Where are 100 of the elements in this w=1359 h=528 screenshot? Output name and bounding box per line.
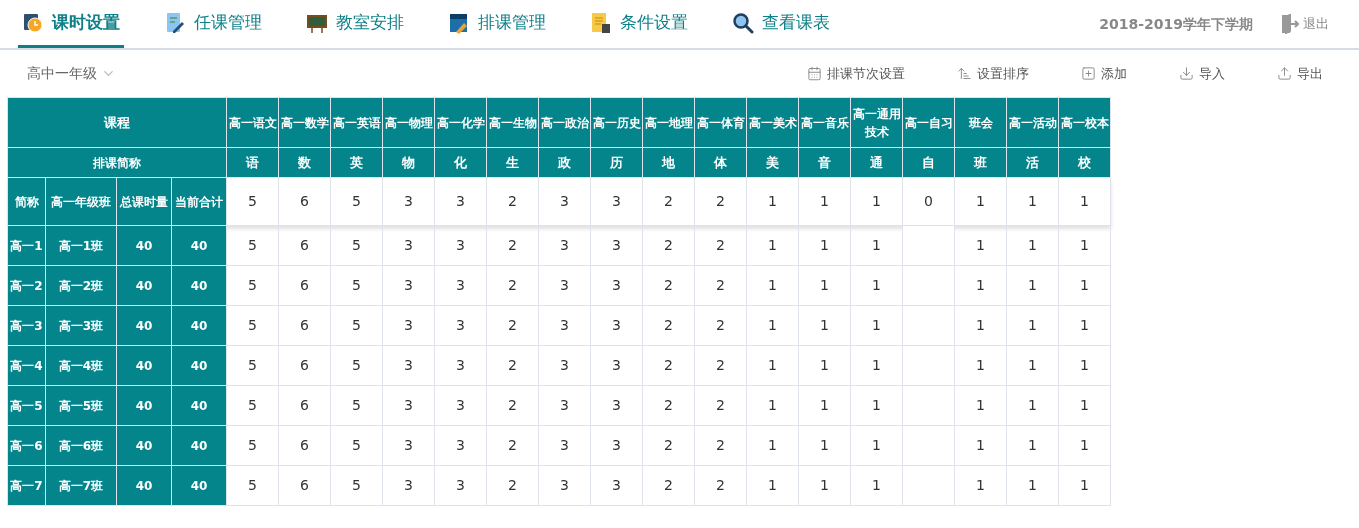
nav-tab[interactable]: 排课管理 (444, 0, 550, 48)
hours-cell: 1 (746, 305, 799, 346)
hours-cell: 3 (538, 425, 591, 466)
subject-short-header: 通 (850, 147, 903, 178)
nav-tab[interactable]: 查看课表 (728, 0, 834, 48)
planned-cell: 2 (642, 177, 695, 226)
hours-cell: 2 (642, 265, 695, 306)
class-name-cell: 高一4班 (45, 345, 117, 386)
hours-cell: 3 (434, 465, 487, 506)
hours-cell: 3 (590, 305, 643, 346)
planned-cell: 3 (590, 177, 643, 226)
hours-cell: 2 (642, 425, 695, 466)
hours-cell: 5 (226, 345, 279, 386)
hours-cell: 1 (850, 305, 903, 346)
hours-cell: 5 (226, 425, 279, 466)
toolbar-button[interactable]: 导入 (1179, 63, 1225, 84)
hours-cell: 3 (382, 425, 435, 466)
hours-cell: 3 (434, 265, 487, 306)
subject-header: 高一美术 (746, 97, 799, 148)
calendar-pencil-icon (448, 11, 470, 34)
hours-cell: 3 (538, 345, 591, 386)
subject-header: 高一政治 (538, 97, 591, 148)
hours-cell: 1 (746, 425, 799, 466)
hours-cell: 2 (642, 385, 695, 426)
hours-cell: 2 (694, 265, 747, 306)
planned-cell: 2 (486, 177, 539, 226)
total-hours-cell: 40 (116, 385, 172, 426)
hours-cell: 1 (1058, 425, 1111, 466)
hours-cell: 1 (1006, 385, 1059, 426)
nav-tab[interactable]: 课时设置 (18, 0, 124, 48)
planned-cell: 6 (278, 177, 331, 226)
hours-cell: 2 (694, 465, 747, 506)
exit-door-icon (1281, 14, 1299, 34)
header-cell: 课程 (7, 97, 227, 148)
subject-header: 高一通用技术 (850, 97, 903, 148)
hours-cell: 3 (590, 465, 643, 506)
hours-cell: 3 (590, 345, 643, 386)
planned-cell: 1 (1006, 177, 1059, 226)
hours-cell: 6 (278, 265, 331, 306)
subject-header: 高一语文 (226, 97, 279, 148)
hours-cell: 2 (694, 385, 747, 426)
hours-cell: 3 (538, 385, 591, 426)
hours-cell: 1 (1006, 225, 1059, 266)
subject-header: 高一体育 (694, 97, 747, 148)
hours-cell: 1 (1006, 345, 1059, 386)
planned-cell: 2 (694, 177, 747, 226)
toolbar-button[interactable]: 导出 (1277, 63, 1323, 84)
planned-cell: 0 (902, 177, 955, 226)
clock-book-icon (22, 11, 44, 34)
sort-icon (957, 66, 972, 81)
nav-tab[interactable]: 教室安排 (302, 0, 408, 48)
hours-cell: 5 (330, 385, 383, 426)
hours-cell: 3 (382, 345, 435, 386)
hours-cell: 6 (278, 345, 331, 386)
grade-select[interactable]: 高中一年级 (27, 63, 116, 84)
total-hours-cell: 40 (116, 265, 172, 306)
current-total-cell: 40 (171, 465, 227, 506)
subject-header: 高一活动 (1006, 97, 1059, 148)
current-total-cell: 40 (171, 305, 227, 346)
total-hours-cell: 40 (116, 225, 172, 266)
hours-cell: 6 (278, 465, 331, 506)
planned-cell: 3 (434, 177, 487, 226)
hours-cell: 3 (434, 225, 487, 266)
subject-short-header: 地 (642, 147, 695, 178)
hours-cell: 3 (434, 425, 487, 466)
hours-cell: 3 (382, 305, 435, 346)
hours-cell: 2 (486, 385, 539, 426)
hours-cell: 1 (954, 305, 1007, 346)
hours-cell: 1 (1058, 385, 1111, 426)
hours-cell: 1 (1058, 345, 1111, 386)
logout-button[interactable]: 退出 (1281, 0, 1329, 48)
hours-cell: 2 (486, 265, 539, 306)
toolbar-button[interactable]: 添加 (1081, 63, 1127, 84)
hours-cell: 5 (226, 385, 279, 426)
toolbar-button[interactable]: 设置排序 (957, 63, 1029, 84)
subject-short-header: 活 (1006, 147, 1059, 178)
hours-cell: 2 (642, 305, 695, 346)
toolbar-button[interactable]: 排课节次设置 (807, 63, 905, 84)
hours-cell: 3 (434, 345, 487, 386)
hours-cell: 1 (850, 465, 903, 506)
class-name-cell: 高一2班 (45, 265, 117, 306)
planned-cell: 1 (954, 177, 1007, 226)
hours-cell: 1 (1058, 225, 1111, 266)
subject-short-header: 班 (954, 147, 1007, 178)
hours-cell: 1 (954, 385, 1007, 426)
hours-cell: 5 (330, 345, 383, 386)
column-header: 简称 (7, 177, 46, 226)
hours-cell: 3 (590, 385, 643, 426)
hours-cell: 3 (538, 305, 591, 346)
subject-header: 高一音乐 (798, 97, 851, 148)
hours-cell: 2 (642, 345, 695, 386)
hours-cell: 1 (746, 385, 799, 426)
nav-tab[interactable]: 条件设置 (586, 0, 692, 48)
nav-tab[interactable]: 任课管理 (160, 0, 266, 48)
total-hours-cell: 40 (116, 465, 172, 506)
hours-cell: 5 (330, 305, 383, 346)
hours-cell: 2 (694, 345, 747, 386)
subject-short-header: 政 (538, 147, 591, 178)
planned-cell: 1 (746, 177, 799, 226)
hours-cell: 1 (798, 225, 851, 266)
